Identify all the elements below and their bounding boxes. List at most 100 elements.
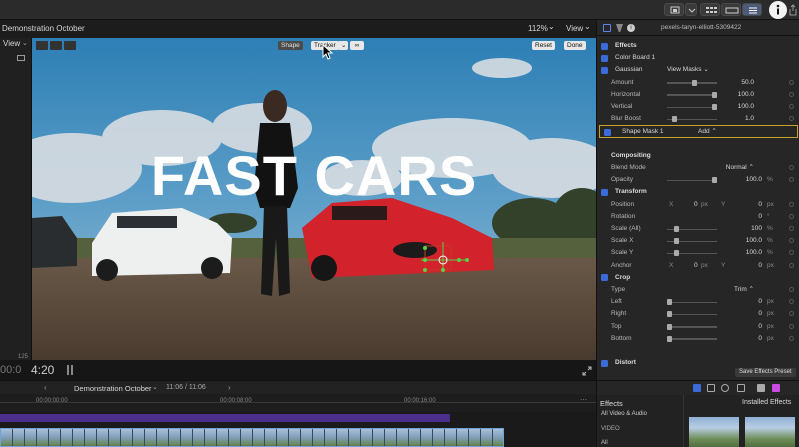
enable-checkbox[interactable]: [601, 359, 608, 367]
transform-icon[interactable]: [50, 41, 62, 50]
transitions-icon[interactable]: [772, 384, 780, 392]
param-value[interactable]: 100.0: [746, 174, 762, 186]
skimming-icon[interactable]: [707, 384, 715, 392]
param-value[interactable]: Normal ⌃: [726, 162, 754, 174]
effect-thumbnail[interactable]: [745, 417, 795, 447]
param-slider[interactable]: [667, 238, 717, 245]
y-value[interactable]: 0: [758, 199, 762, 211]
param-value[interactable]: 0: [758, 211, 762, 223]
timeline-ruler[interactable]: 00:00:00:00 00:00:08:00 00:00:16:00 ⋯: [0, 394, 596, 412]
param-slider[interactable]: [667, 177, 717, 184]
add-shape-menu[interactable]: Add ⌃: [698, 126, 717, 138]
param-value[interactable]: 100.0: [746, 235, 762, 247]
save-effects-preset-button[interactable]: Save Effects Preset: [735, 368, 796, 377]
inspector-row[interactable]: Scale Y 100.0%: [597, 247, 799, 259]
index-icon[interactable]: [693, 384, 701, 392]
keyframe-button[interactable]: [789, 79, 794, 85]
slider-knob[interactable]: [712, 104, 717, 110]
slider-knob[interactable]: [667, 335, 672, 342]
slider-knob[interactable]: [691, 79, 697, 86]
x-value[interactable]: 0: [694, 199, 698, 211]
back-arrow-icon[interactable]: ‹: [44, 383, 47, 392]
shape-mode-button[interactable]: Shape: [278, 41, 303, 50]
inspector-row[interactable]: Vertical 100.0: [597, 101, 799, 113]
keyframe-button[interactable]: [789, 91, 794, 97]
chevron-down-icon[interactable]: [685, 3, 697, 16]
inspector-row[interactable]: Scale (All) 100%: [597, 223, 799, 235]
info-inspector-icon[interactable]: i: [627, 24, 635, 32]
chevron-down-icon[interactable]: ⌄: [152, 383, 158, 391]
fullscreen-icon[interactable]: [582, 366, 592, 376]
slider-knob[interactable]: [673, 238, 679, 245]
inspector-row[interactable]: Top 0 px: [597, 321, 799, 333]
inspector-row[interactable]: Rotation 0 °: [597, 211, 799, 223]
param-slider[interactable]: [667, 335, 717, 342]
import-media-button[interactable]: [664, 3, 684, 16]
timeline-menu-icon[interactable]: ⋯: [580, 396, 587, 404]
keyframe-button[interactable]: [789, 226, 794, 231]
inspector-row[interactable]: Horizontal 100.0: [597, 89, 799, 101]
keyframe-button[interactable]: [789, 335, 794, 341]
browser-grid-button[interactable]: [700, 3, 720, 16]
effects-browser-icon[interactable]: [757, 384, 765, 392]
inspector-row[interactable]: Right 0 px: [597, 308, 799, 320]
filter-icon[interactable]: [616, 24, 623, 32]
param-value[interactable]: Trim ⌃: [734, 284, 754, 296]
viewer-zoom-menu[interactable]: 112%: [528, 24, 548, 33]
effects-category[interactable]: All Video & Audio: [601, 411, 647, 417]
keyframe-button[interactable]: [789, 116, 794, 122]
timeline-toggle-button[interactable]: [721, 3, 741, 16]
slider-knob[interactable]: [667, 323, 672, 330]
inspector-row[interactable]: Amount 50.0: [597, 77, 799, 89]
enable-checkbox[interactable]: [601, 188, 608, 196]
effect-thumbnail[interactable]: [689, 417, 739, 447]
param-value[interactable]: 100.0: [738, 89, 754, 101]
inspector-row[interactable]: Transform: [597, 186, 799, 198]
keyframe-button[interactable]: [789, 323, 794, 329]
param-slider[interactable]: [667, 299, 717, 306]
pause-icon[interactable]: [71, 365, 73, 375]
effects-category[interactable]: VIDEO: [601, 426, 620, 432]
distort-icon[interactable]: [64, 41, 76, 50]
enable-checkbox[interactable]: [601, 66, 608, 74]
inspector-toggle-button[interactable]: [742, 3, 762, 16]
enable-checkbox[interactable]: [601, 274, 608, 282]
param-value[interactable]: 0: [758, 296, 762, 308]
inspector-row[interactable]: Left 0 px: [597, 296, 799, 308]
video-viewer[interactable]: FAST CARS Shape Tracker ⌄ ∞ Reset Done: [32, 38, 596, 360]
reset-button[interactable]: Reset: [532, 41, 555, 50]
viewer-view-menu[interactable]: View: [566, 24, 583, 33]
audio-icon[interactable]: [721, 384, 729, 392]
param-value[interactable]: 100.0: [738, 101, 754, 113]
inspector-row[interactable]: Type Trim ⌃: [597, 284, 799, 296]
playhead-timecode[interactable]: 4:20: [31, 363, 54, 377]
inspector-row[interactable]: [597, 345, 799, 357]
inspector-row[interactable]: Effects: [597, 40, 799, 52]
x-value[interactable]: 0: [694, 260, 698, 272]
inspector-row[interactable]: Color Board 1: [597, 52, 799, 64]
inspector-row[interactable]: Shape Mask 1 Add ⌃: [599, 125, 798, 138]
inspector-row[interactable]: Crop: [597, 272, 799, 284]
keyframe-button[interactable]: [789, 250, 794, 256]
crop-icon[interactable]: [36, 41, 48, 50]
enable-checkbox[interactable]: [601, 42, 608, 50]
inspector-row[interactable]: Blend Mode Normal ⌃: [597, 162, 799, 174]
timeline-project-name[interactable]: Demonstration October: [74, 384, 152, 393]
slider-knob[interactable]: [667, 311, 672, 318]
filmstrip-icon[interactable]: [17, 55, 25, 61]
slider-knob[interactable]: [712, 91, 717, 98]
view-chevron-icon[interactable]: ⌄: [584, 22, 591, 31]
done-button[interactable]: Done: [564, 41, 586, 50]
param-value[interactable]: 0: [758, 321, 762, 333]
info-icon[interactable]: [769, 1, 787, 19]
tracker-menu-chevron-icon[interactable]: ⌄: [338, 41, 348, 50]
inspector-row[interactable]: Anchor X 0 px Y 0 px: [597, 260, 799, 272]
overlay-title-text[interactable]: FAST CARS: [32, 143, 596, 208]
keyframe-button[interactable]: [789, 311, 794, 317]
link-icon[interactable]: ∞: [350, 41, 364, 50]
zoom-chevron-icon[interactable]: ⌄: [548, 22, 555, 31]
enable-checkbox[interactable]: [601, 54, 608, 62]
keyframe-button[interactable]: [789, 201, 794, 207]
inspector-row[interactable]: Bottom 0 px: [597, 333, 799, 345]
y-value[interactable]: 0: [758, 260, 762, 272]
